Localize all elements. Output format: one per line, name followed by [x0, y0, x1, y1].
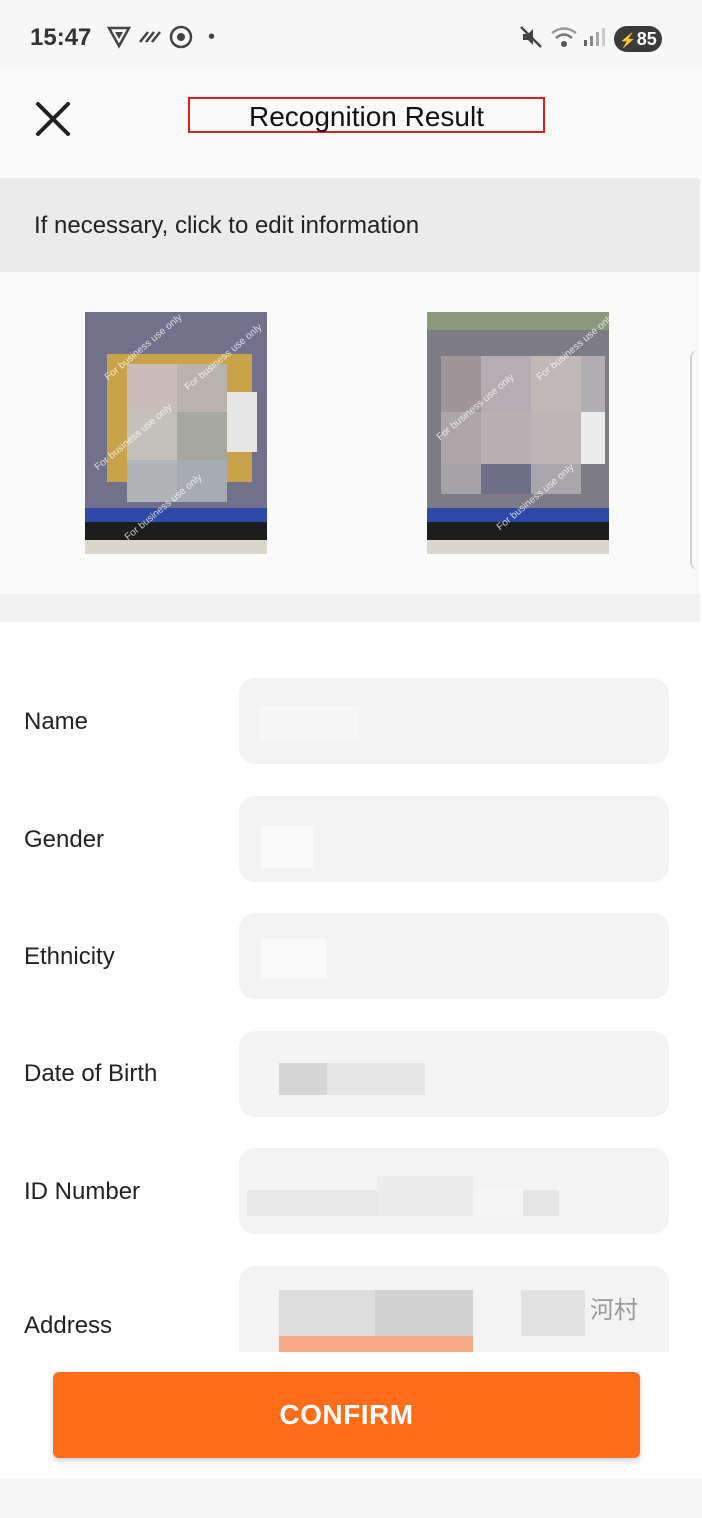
vpn-icon: [168, 24, 194, 59]
confirm-button[interactable]: CONFIRM: [53, 1372, 640, 1458]
id-number-field[interactable]: [239, 1148, 669, 1234]
section-divider: [0, 594, 700, 622]
name-label: Name: [24, 708, 89, 735]
page-title: Recognition Result: [188, 97, 545, 133]
close-button[interactable]: [30, 96, 76, 142]
hint-banner: If necessary, click to edit information: [0, 178, 700, 272]
bottom-strip: [0, 1478, 702, 1518]
gender-field[interactable]: [239, 796, 669, 882]
scroll-indicator: [690, 350, 702, 570]
date-of-birth-label: Date of Birth: [24, 1060, 158, 1087]
mute-icon: [518, 24, 544, 59]
battery-charging-icon: ⚡85: [614, 26, 662, 52]
id-photo-front[interactable]: For business use only For business use o…: [85, 312, 267, 554]
dot-icon: •: [208, 26, 216, 48]
cell-signal-icon: [582, 24, 606, 59]
gender-label: Gender: [24, 826, 105, 853]
status-bar: 15:47 • ⚡85: [0, 0, 702, 70]
battery-level: 85: [636, 29, 657, 49]
address-label: Address: [24, 1312, 113, 1339]
shield-icon: [106, 24, 132, 59]
id-photo-back[interactable]: For business use only For business use o…: [427, 312, 609, 554]
address-visible-text: 河村: [590, 1297, 638, 1324]
hint-text: If necessary, click to edit information: [34, 212, 420, 239]
date-of-birth-field[interactable]: [239, 1031, 669, 1117]
id-number-label: ID Number: [24, 1178, 141, 1205]
wifi-icon: [550, 24, 578, 59]
status-time: 15:47: [30, 24, 92, 51]
signal-swirl-icon: [138, 24, 164, 59]
ethnicity-label: Ethnicity: [24, 943, 115, 970]
close-icon: [36, 102, 70, 136]
name-field[interactable]: [239, 678, 669, 764]
ethnicity-field[interactable]: [239, 913, 669, 999]
